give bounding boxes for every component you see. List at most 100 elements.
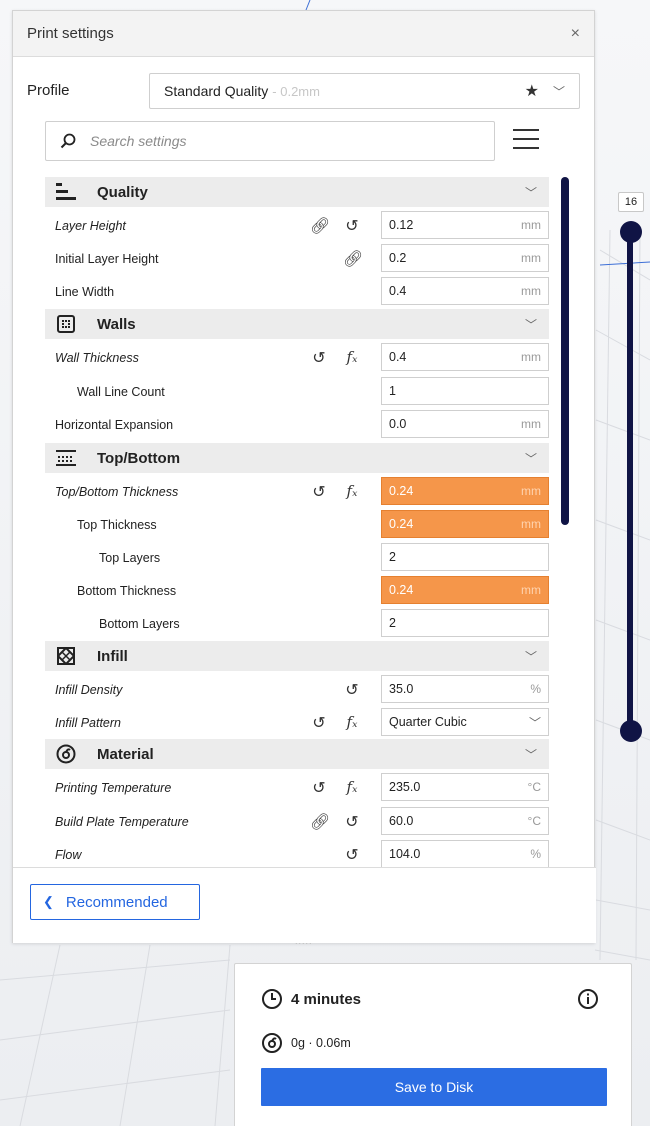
print-time-row: 4 minutes: [261, 988, 361, 1010]
infill-density-field[interactable]: 35.0%: [381, 675, 549, 703]
category-label: Quality: [97, 183, 148, 201]
save-to-disk-button[interactable]: Save to Disk: [261, 1068, 607, 1106]
setting-label: Printing Temperature: [55, 781, 172, 795]
setting-label: Infill Pattern: [55, 716, 122, 730]
material-usage-row: 0g · 0.06m: [261, 1032, 351, 1054]
profile-layer-height: - 0.2mm: [272, 83, 320, 99]
search-input[interactable]: [90, 133, 470, 149]
panel-header: Print settings ×: [13, 11, 594, 57]
print-settings-panel: Print settings × Profile Standard Qualit…: [12, 10, 596, 946]
reset-icon[interactable]: ↺: [343, 680, 361, 700]
chevron-left-icon: ❮: [43, 894, 54, 909]
setting-label: Wall Thickness: [55, 351, 139, 365]
top-bottom-icon: [55, 447, 77, 469]
wall-thickness-field[interactable]: 0.4 mm: [381, 343, 549, 371]
material-spool-icon: [55, 743, 77, 765]
setting-wall-line-count: Wall Line Count 1: [13, 377, 596, 407]
setting-bottom-thickness: Bottom Thickness 0.24 mm: [13, 576, 596, 606]
layer-number-badge: 16: [618, 192, 644, 212]
close-icon[interactable]: ×: [571, 25, 580, 43]
setting-label: Line Width: [55, 285, 115, 299]
setting-label: Top Thickness: [77, 518, 157, 532]
setting-label: Top Layers: [99, 551, 161, 565]
recommended-button[interactable]: ❮ Recommended: [30, 884, 200, 920]
initial-layer-height-field[interactable]: 0.2 mm: [381, 244, 549, 272]
profile-row: Profile Standard Quality - 0.2mm ★ ﹀: [13, 73, 596, 109]
reset-icon[interactable]: ↺: [343, 845, 361, 865]
infill-pattern-dropdown[interactable]: Quarter Cubic ﹀: [381, 708, 549, 736]
horizontal-expansion-field[interactable]: 0.0 mm: [381, 410, 549, 438]
profile-label: Profile: [27, 82, 70, 99]
search-icon: [60, 133, 76, 149]
formula-icon: fₓ: [346, 778, 358, 796]
link-icon: 🔗︎: [310, 814, 331, 831]
spool-icon: [262, 1033, 282, 1053]
reset-icon[interactable]: ↺: [343, 216, 361, 236]
print-time: 4 minutes: [291, 990, 362, 1008]
wall-line-count-field[interactable]: 1: [381, 377, 549, 405]
link-icon: 🔗︎: [310, 218, 331, 235]
printing-temperature-field[interactable]: 235.0 °C: [381, 773, 549, 801]
chevron-down-icon: ﹀: [524, 451, 537, 466]
setting-line-width: Line Width 0.4 mm: [13, 277, 596, 307]
setting-label: Flow: [55, 848, 82, 862]
resize-grip[interactable]: .....: [295, 936, 313, 946]
setting-top-bottom-thickness: Top/Bottom Thickness ↺ fₓ 0.24 mm: [13, 477, 596, 507]
setting-build-plate-temperature: Build Plate Temperature 🔗︎ ↺ 60.0 °C: [13, 807, 596, 837]
top-bottom-thickness-field[interactable]: 0.24 mm: [381, 477, 549, 505]
settings-list[interactable]: Quality ﹀ Layer Height 🔗︎ ↺ 0.12 mm Initi…: [13, 177, 596, 867]
chevron-down-icon: ﹀: [524, 317, 537, 332]
category-material[interactable]: Material ﹀: [45, 739, 549, 769]
top-layers-field[interactable]: 2: [381, 543, 549, 571]
top-thickness-field[interactable]: 0.24 mm: [381, 510, 549, 538]
reset-icon[interactable]: ↺: [343, 812, 361, 832]
setting-label: Layer Height: [55, 219, 126, 233]
category-label: Infill: [97, 647, 128, 665]
bottom-thickness-field[interactable]: 0.24 mm: [381, 576, 549, 604]
setting-label: Horizontal Expansion: [55, 418, 174, 432]
setting-flow: Flow ↺ 104.0%: [13, 840, 596, 867]
setting-initial-layer-height: Initial Layer Height 🔗︎ 0.2 mm: [13, 244, 596, 274]
line-width-field[interactable]: 0.4 mm: [381, 277, 549, 305]
reset-icon[interactable]: ↺: [310, 713, 328, 733]
setting-top-thickness: Top Thickness 0.24 mm: [13, 510, 596, 540]
setting-label: Infill Density: [55, 683, 123, 697]
recommended-label: Recommended: [65, 893, 168, 911]
settings-scrollbar[interactable]: [561, 177, 569, 525]
setting-infill-density: Infill Density ↺ 35.0%: [13, 675, 596, 705]
layer-slider-track[interactable]: [627, 228, 633, 733]
setting-horizontal-expansion: Horizontal Expansion 0.0 mm: [13, 410, 596, 440]
info-icon[interactable]: [577, 988, 599, 1010]
build-plate-temperature-field[interactable]: 60.0 °C: [381, 807, 549, 835]
formula-icon: fₓ: [346, 348, 358, 366]
category-quality[interactable]: Quality ﹀: [45, 177, 549, 207]
setting-label: Bottom Thickness: [77, 584, 177, 598]
setting-label: Initial Layer Height: [55, 252, 159, 266]
search-box[interactable]: [45, 121, 495, 161]
output-panel: 4 minutes 0g · 0.06m Save to Disk: [234, 963, 632, 1126]
layer-height-field[interactable]: 0.12 mm: [381, 211, 549, 239]
layer-slider-bottom-handle[interactable]: [620, 720, 642, 742]
link-icon: 🔗︎: [343, 251, 364, 268]
star-icon[interactable]: ★: [525, 81, 539, 101]
category-top-bottom[interactable]: Top/Bottom ﹀: [45, 443, 549, 473]
bottom-layers-field[interactable]: 2: [381, 609, 549, 637]
category-label: Top/Bottom: [97, 449, 181, 467]
setting-bottom-layers: Bottom Layers 2: [13, 609, 596, 639]
infill-icon: [55, 645, 77, 667]
profile-dropdown[interactable]: Standard Quality - 0.2mm ★ ﹀: [149, 73, 580, 109]
flow-field[interactable]: 104.0%: [381, 840, 549, 867]
formula-icon: fₓ: [346, 482, 358, 500]
chevron-down-icon: ﹀: [552, 84, 565, 99]
category-walls[interactable]: Walls ﹀: [45, 309, 549, 339]
layer-slider-top-handle[interactable]: [620, 221, 642, 243]
setting-printing-temperature: Printing Temperature ↺ fₓ 235.0 °C: [13, 773, 596, 803]
setting-label: Top/Bottom Thickness: [55, 485, 179, 499]
category-infill[interactable]: Infill ﹀: [45, 641, 549, 671]
settings-visibility-menu-icon[interactable]: [513, 129, 539, 153]
reset-icon[interactable]: ↺: [310, 348, 328, 368]
reset-icon[interactable]: ↺: [310, 778, 328, 798]
reset-icon[interactable]: ↺: [310, 482, 328, 502]
setting-label: Bottom Layers: [99, 617, 180, 631]
formula-icon: fₓ: [346, 713, 358, 731]
